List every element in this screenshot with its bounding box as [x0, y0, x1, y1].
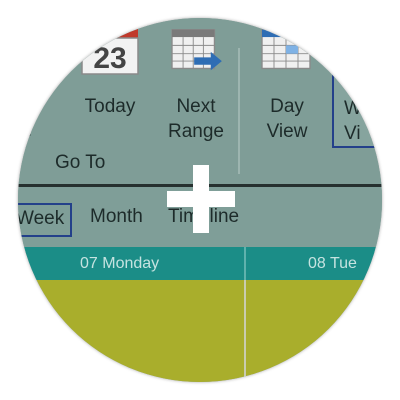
calendar-week-view-icon — [345, 29, 382, 70]
day-header-monday[interactable]: 07 Monday — [18, 247, 244, 280]
calendar-today-icon: 23 — [81, 28, 139, 75]
partial-ribbon-button-label: s e — [21, 96, 32, 142]
ribbon: s e 23 Today Next Range Day View W Vi Go… — [18, 18, 382, 186]
tab-month[interactable]: Month — [90, 203, 143, 233]
day-header-monday-label: 07 Monday — [80, 255, 160, 272]
event-block-monday[interactable] — [18, 280, 244, 382]
partial-ribbon-button[interactable]: s e — [18, 94, 32, 144]
magnified-view: s e 23 Today Next Range Day View W Vi Go… — [18, 18, 382, 382]
calendar-day-view-icon — [261, 29, 311, 70]
next-range-label: Next Range — [168, 96, 224, 142]
today-label: Today — [84, 96, 136, 117]
tab-week[interactable]: Week — [18, 203, 73, 237]
day-header-divider — [244, 247, 246, 280]
day-view-label: Day View — [266, 96, 308, 142]
go-to-group-label: Go To — [55, 152, 106, 173]
today-icon-number: 23 — [93, 42, 126, 75]
day-header-tuesday-label: 08 Tue — [308, 255, 357, 272]
calendar-next-range-icon — [171, 29, 222, 71]
week-view-button[interactable]: W Vi — [332, 22, 382, 148]
day-header-tuesday[interactable]: 08 Tue — [246, 247, 382, 280]
ribbon-group-separator — [238, 48, 240, 174]
week-view-label: W Vi — [344, 98, 362, 144]
crosshair-cursor-icon-bar — [167, 191, 235, 207]
event-block-tuesday[interactable] — [246, 280, 382, 382]
